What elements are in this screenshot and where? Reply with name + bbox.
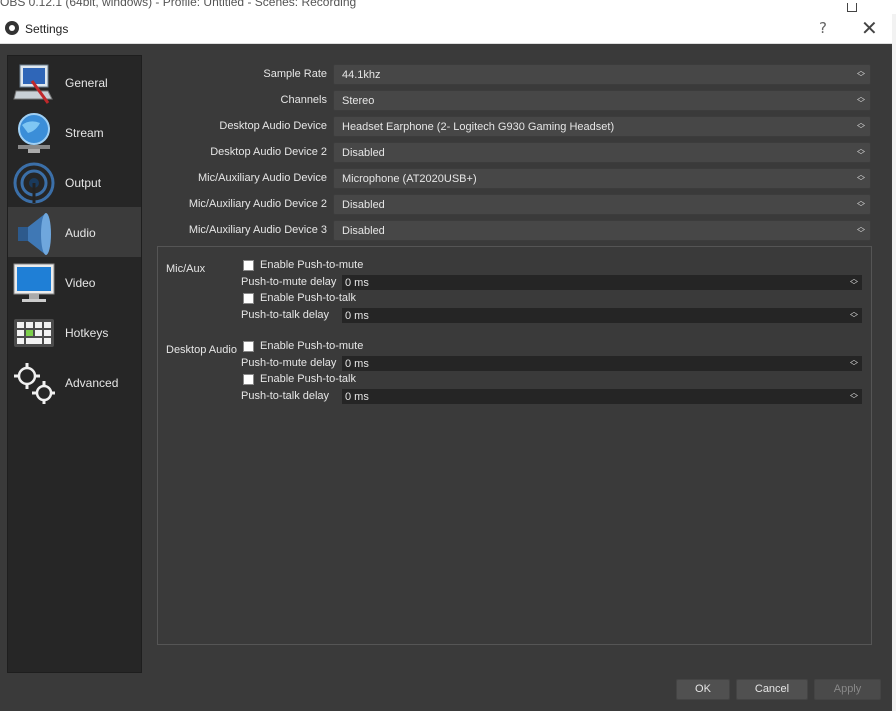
sidebar-item-general[interactable]: General [8, 57, 141, 107]
sidebar-item-output[interactable]: Output [8, 157, 141, 207]
chevron-up-down-icon: ︿ ﹀ [857, 144, 865, 160]
desktop-audio-device-2-label: Desktop Audio Device 2 [210, 146, 327, 158]
spinbox-value: 0 ms [345, 358, 369, 370]
sidebar: General Stream Output Audio Video Hotkey… [7, 55, 142, 673]
chevron-up-down-icon: ︿ ﹀ [857, 66, 865, 82]
select-value: Headset Earphone (2- Logitech G930 Gamin… [342, 121, 615, 133]
spinbox-value: 0 ms [345, 310, 369, 322]
checkbox[interactable] [243, 293, 254, 304]
maximize-icon[interactable] [847, 3, 857, 12]
sidebar-item-label: Video [65, 276, 96, 290]
chevron-up-down-icon[interactable]: ︿ ﹀ [847, 308, 861, 323]
desktop-audio-push-to-talk-delay-spinbox[interactable]: 0 ms ︿ ﹀ [341, 388, 863, 405]
dialog-titlebar: Settings ? ✕ [0, 14, 892, 44]
sidebar-item-label: General [65, 76, 108, 90]
mic-aux-device-3-label: Mic/Auxiliary Audio Device 3 [188, 224, 327, 236]
obs-logo-icon [5, 21, 19, 35]
chevron-up-down-icon: ︿ ﹀ [857, 196, 865, 212]
help-button[interactable]: ? [819, 19, 827, 37]
mic-aux-push-to-talk-delay-spinbox[interactable]: 0 ms ︿ ﹀ [341, 307, 863, 324]
sidebar-item-audio[interactable]: Audio [8, 207, 141, 257]
background-window-title: OBS 0.12.1 (64bit, windows) - Profile: U… [0, 0, 357, 9]
audio-icon [18, 213, 51, 255]
channels-label: Channels [280, 94, 327, 106]
advanced-icon [14, 363, 55, 404]
sidebar-item-hotkeys[interactable]: Hotkeys [8, 307, 141, 357]
dialog-title: Settings [25, 22, 69, 36]
channels-row: Channels Stereo ︿ ﹀ [157, 90, 872, 112]
output-icon [13, 162, 55, 204]
mic-aux-device-select[interactable]: Microphone (AT2020USB+) ︿ ﹀ [333, 168, 871, 189]
select-value: Disabled [342, 199, 385, 211]
sidebar-item-label: Audio [65, 226, 96, 240]
checkbox-label: Enable Push-to-mute [260, 259, 364, 271]
sidebar-item-label: Advanced [65, 376, 119, 390]
sample-rate-row: Sample Rate 44.1khz ︿ ﹀ [157, 64, 872, 86]
checkbox[interactable] [243, 260, 254, 271]
window-edge [892, 14, 896, 711]
chevron-up-down-icon: ︿ ﹀ [857, 92, 865, 108]
desktop-audio-device-label: Desktop Audio Device [219, 120, 327, 132]
desktop-audio-device-2-row: Desktop Audio Device 2 Disabled ︿ ﹀ [157, 142, 872, 164]
mic-aux-device-2-select[interactable]: Disabled ︿ ﹀ [333, 194, 871, 215]
delay-label: Push-to-mute delay [241, 357, 337, 369]
sample-rate-select[interactable]: 44.1khz ︿ ﹀ [333, 64, 871, 85]
mic-aux-push-to-mute-delay-spinbox[interactable]: 0 ms ︿ ﹀ [341, 274, 863, 291]
mic-aux-device-3-select[interactable]: Disabled ︿ ﹀ [333, 220, 871, 241]
delay-label: Push-to-talk delay [241, 309, 330, 321]
spinbox-value: 0 ms [345, 391, 369, 403]
sidebar-item-video[interactable]: Video [8, 257, 141, 307]
checkbox-label: Enable Push-to-talk [260, 292, 356, 304]
channels-select[interactable]: Stereo ︿ ﹀ [333, 90, 871, 111]
chevron-up-down-icon[interactable]: ︿ ﹀ [847, 389, 861, 404]
background-window-titlebar: OBS 0.12.1 (64bit, windows) - Profile: U… [0, 0, 896, 14]
chevron-up-down-icon[interactable]: ︿ ﹀ [847, 356, 861, 371]
sample-rate-label: Sample Rate [263, 68, 327, 80]
delay-label: Push-to-talk delay [241, 390, 330, 402]
ok-button[interactable]: OK [676, 679, 730, 700]
mic-aux-group-label: Mic/Aux [166, 263, 206, 275]
close-button[interactable]: ✕ [861, 16, 878, 40]
delay-label: Push-to-mute delay [241, 276, 337, 288]
checkbox[interactable] [243, 341, 254, 352]
mic-aux-device-2-label: Mic/Auxiliary Audio Device 2 [188, 198, 327, 210]
sidebar-item-advanced[interactable]: Advanced [8, 357, 141, 407]
mic-aux-device-row: Mic/Auxiliary Audio Device Microphone (A… [157, 168, 872, 190]
desktop-audio-group-label: Desktop Audio [166, 344, 237, 356]
desktop-audio-push-to-mute-delay-spinbox[interactable]: 0 ms ︿ ﹀ [341, 355, 863, 372]
chevron-up-down-icon[interactable]: ︿ ﹀ [847, 275, 861, 290]
sidebar-item-label: Output [65, 176, 102, 190]
mic-aux-device-2-row: Mic/Auxiliary Audio Device 2 Disabled ︿ ﹀ [157, 194, 872, 216]
checkbox-label: Enable Push-to-mute [260, 340, 364, 352]
stream-icon [18, 113, 50, 153]
mic-aux-device-3-row: Mic/Auxiliary Audio Device 3 Disabled ︿ ﹀ [157, 220, 872, 242]
chevron-up-down-icon: ︿ ﹀ [857, 118, 865, 134]
select-value: 44.1khz [342, 69, 381, 81]
general-icon [13, 64, 53, 104]
desktop-audio-device-select[interactable]: Headset Earphone (2- Logitech G930 Gamin… [333, 116, 871, 137]
select-value: Microphone (AT2020USB+) [342, 173, 477, 185]
select-value: Disabled [342, 225, 385, 237]
select-value: Disabled [342, 147, 385, 159]
push-to-talk-group: Mic/Aux Enable Push-to-mute Push-to-mute… [157, 246, 872, 645]
video-icon [13, 263, 55, 302]
sidebar-item-label: Stream [65, 126, 104, 140]
apply-button[interactable]: Apply [814, 679, 881, 700]
checkbox-label: Enable Push-to-talk [260, 373, 356, 385]
desktop-audio-device-2-select[interactable]: Disabled ︿ ﹀ [333, 142, 871, 163]
hotkeys-icon [14, 319, 54, 347]
chevron-up-down-icon: ︿ ﹀ [857, 170, 865, 186]
sidebar-item-stream[interactable]: Stream [8, 107, 141, 157]
settings-window: General Stream Output Audio Video Hotkey… [0, 45, 892, 711]
spinbox-value: 0 ms [345, 277, 369, 289]
sidebar-item-label: Hotkeys [65, 326, 109, 340]
cancel-button[interactable]: Cancel [736, 679, 808, 700]
select-value: Stereo [342, 95, 375, 107]
mic-aux-device-label: Mic/Auxiliary Audio Device [198, 172, 327, 184]
chevron-up-down-icon: ︿ ﹀ [857, 222, 865, 238]
desktop-audio-device-row: Desktop Audio Device Headset Earphone (2… [157, 116, 872, 138]
checkbox[interactable] [243, 374, 254, 385]
